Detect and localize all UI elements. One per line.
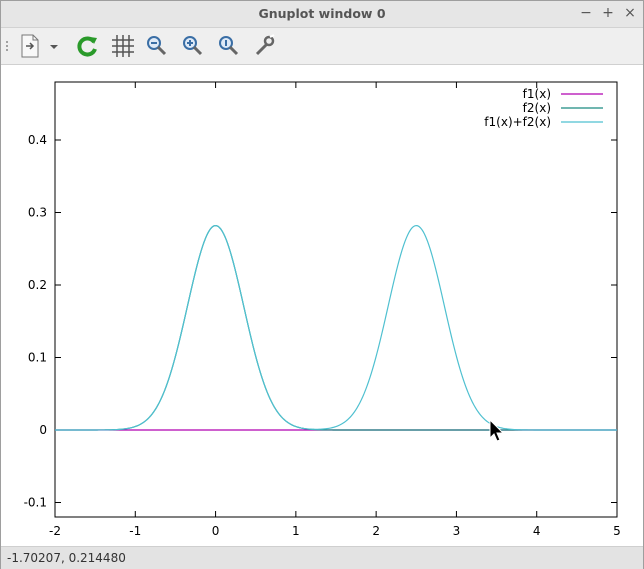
legend-label-2: f2(x)	[523, 101, 551, 115]
maximize-button[interactable]: +	[599, 4, 617, 22]
x-tick-label: -1	[129, 524, 141, 538]
zoom-in-icon	[183, 36, 203, 56]
x-tick-label: 3	[453, 524, 461, 538]
x-tick-label: 1	[292, 524, 300, 538]
wrench-icon	[255, 34, 275, 56]
x-tick-label: 0	[212, 524, 220, 538]
settings-button[interactable]	[251, 32, 279, 60]
x-tick-label: 2	[372, 524, 380, 538]
export-button[interactable]	[17, 32, 45, 60]
toolbar	[1, 28, 643, 65]
gnuplot-window: Gnuplot window 0 − + × -2 -1 0 1 2 3 4 5…	[0, 0, 644, 569]
grid-icon	[112, 35, 134, 57]
document-export-icon	[21, 34, 39, 58]
export-menu-button[interactable]	[47, 32, 61, 60]
plot-svg: -2 -1 0 1 2 3 4 5 -0.1 0 0.1 0.2 0.3 0.4 f1(x)f2(x)f1(…	[24, 81, 621, 538]
y-tick-label: 0.3	[28, 206, 47, 220]
autoscale-button[interactable]	[215, 32, 243, 60]
plot-canvas[interactable]: -2 -1 0 1 2 3 4 5 -0.1 0 0.1 0.2 0.3 0.4 f1(x) f2(x) f1(…	[1, 65, 643, 545]
x-tick-label: 4	[533, 524, 541, 538]
series-line-2	[55, 224, 617, 431]
y-tick-label: 0	[39, 423, 47, 437]
zoom-out-icon	[147, 36, 167, 56]
y-tick-label: 0.1	[28, 351, 47, 365]
status-bar: -1.70207, 0.214480	[1, 546, 643, 569]
grid-button[interactable]	[109, 32, 137, 60]
zoom-forward-button[interactable]	[179, 32, 207, 60]
series-line-3	[55, 224, 617, 431]
y-tick-label: 0.4	[28, 133, 47, 147]
window-title: Gnuplot window 0	[258, 6, 386, 21]
mouse-pointer-icon	[489, 418, 505, 442]
legend-label-3: f1(x)+f2(x)	[484, 115, 551, 129]
toolbar-grip-icon[interactable]	[5, 40, 9, 52]
y-tick-label: -0.1	[24, 496, 47, 510]
refresh-icon	[77, 36, 97, 57]
close-button[interactable]: ×	[621, 4, 639, 22]
x-tick-label: 5	[613, 524, 621, 538]
zoom-back-button[interactable]	[143, 32, 171, 60]
plot-border	[54, 81, 618, 518]
cursor-coordinates: -1.70207, 0.214480	[7, 551, 126, 565]
zoom-reset-icon	[219, 36, 239, 56]
x-tick-label: -2	[49, 524, 61, 538]
replot-button[interactable]	[73, 32, 101, 60]
title-bar[interactable]: Gnuplot window 0 − + ×	[1, 1, 643, 28]
chevron-down-icon	[50, 45, 58, 49]
legend-label-1: f1(x)	[523, 87, 551, 101]
minimize-button[interactable]: −	[577, 4, 595, 22]
y-tick-label: 0.2	[28, 278, 47, 292]
